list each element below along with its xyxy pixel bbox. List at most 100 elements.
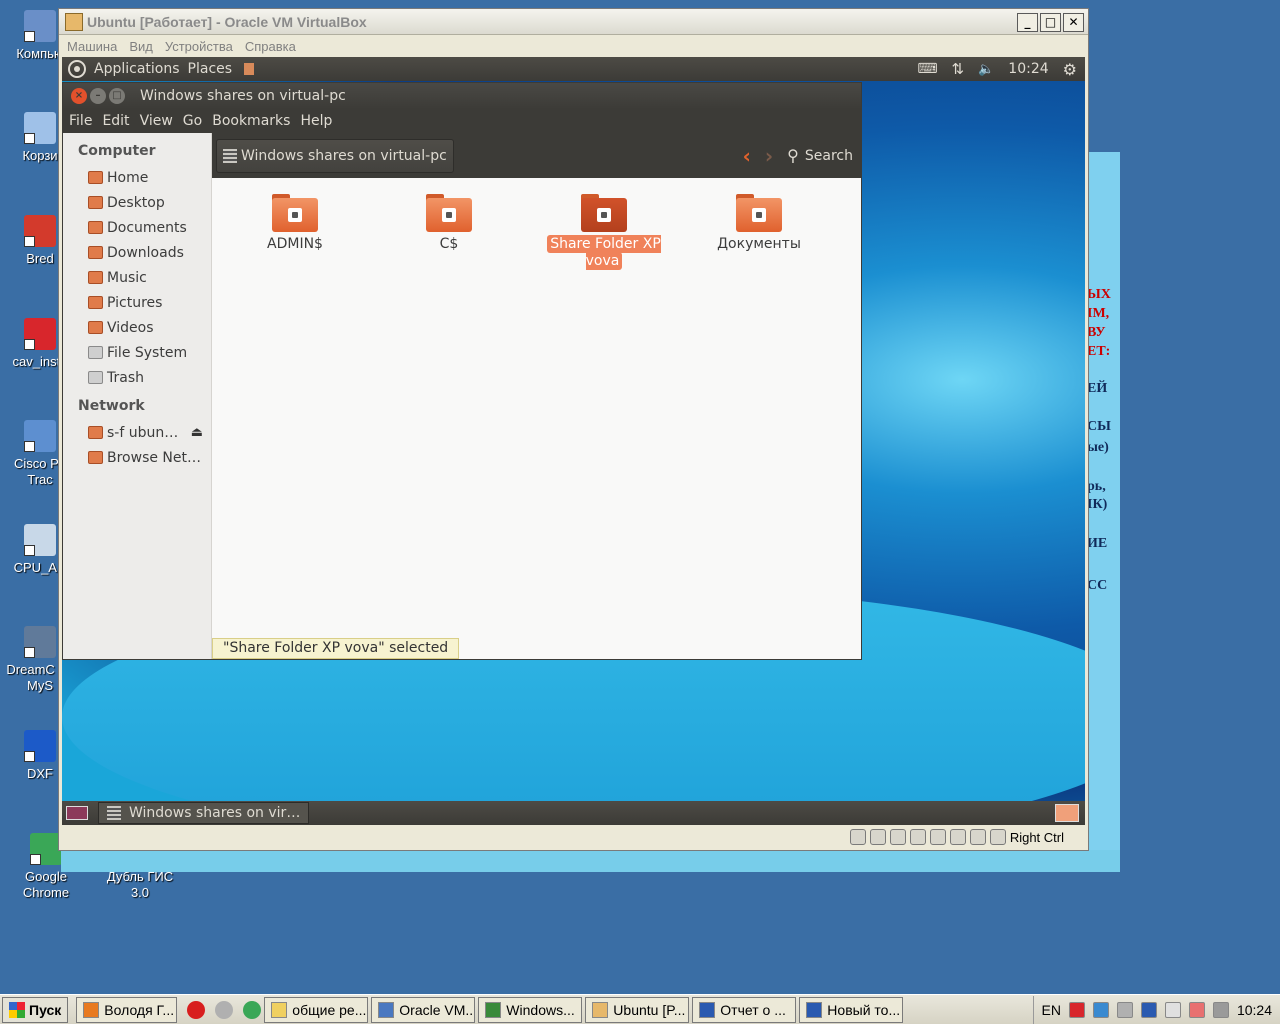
doc-text: ЕТ: — [1087, 344, 1111, 359]
tool-icon[interactable] — [215, 1000, 234, 1019]
sidebar-item-desktop[interactable]: Desktop — [63, 190, 211, 215]
usb-icon[interactable] — [889, 829, 906, 845]
share-folder-item[interactable]: C$ — [390, 194, 508, 253]
menu-help[interactable]: Справка — [245, 39, 296, 54]
language-indicator[interactable]: EN — [1042, 1002, 1061, 1018]
path-bar-button[interactable]: Windows shares on virtual-pc — [216, 138, 454, 173]
taskbar-clock[interactable]: 10:24 — [1237, 1002, 1272, 1018]
taskbar-window-button[interactable]: Отчет о ... — [692, 996, 797, 1023]
chrome-icon[interactable] — [243, 1000, 262, 1019]
start-button[interactable]: Пуск — [2, 996, 69, 1023]
antivirus-icon[interactable] — [1068, 1001, 1085, 1018]
tray-app-icon[interactable] — [1140, 1001, 1157, 1018]
optical-drive-icon[interactable] — [869, 829, 886, 845]
menu-edit[interactable]: Edit — [102, 113, 129, 129]
sidebar-item-file-system[interactable]: File System — [63, 340, 211, 365]
launcher-icon[interactable] — [244, 63, 255, 75]
share-folder-item[interactable]: Share Folder XP vova — [545, 194, 663, 270]
share-folder-item[interactable]: Документы — [700, 194, 818, 253]
virtualbox-window: Ubuntu [Работает] - Oracle VM VirtualBox… — [58, 8, 1089, 851]
menu-bookmarks[interactable]: Bookmarks — [212, 113, 290, 129]
taskbar-window-button[interactable]: общие ре... — [264, 996, 369, 1023]
network-arrows-icon[interactable]: ⇅ — [952, 60, 965, 78]
guest-screen[interactable]: Applications Places ⌨ ⇅ 🔈 10:24 ⚙ × – □ … — [62, 57, 1085, 825]
taskbar-window-button[interactable]: Новый то... — [799, 996, 904, 1023]
safely-remove-icon[interactable] — [1116, 1001, 1133, 1018]
taskbar-window-button[interactable]: Oracle VM... — [371, 996, 476, 1023]
close-button[interactable]: ✕ — [1063, 13, 1084, 32]
doc-text: ЕЙ — [1087, 381, 1108, 396]
sidebar-item-pictures[interactable]: Pictures — [63, 290, 211, 315]
shared-folders-icon[interactable] — [929, 829, 946, 845]
sidebar-item-network-share[interactable]: s-f ubun… ⏏ — [63, 420, 211, 445]
eject-icon[interactable]: ⏏ — [191, 425, 203, 440]
close-window-button[interactable]: × — [71, 88, 87, 104]
sidebar-item-videos[interactable]: Videos — [63, 315, 211, 340]
back-arrow-icon[interactable]: ‹ — [743, 144, 751, 168]
network-icon[interactable] — [1212, 1001, 1229, 1018]
videos-icon — [88, 321, 103, 334]
sidebar-item-browse-network[interactable]: Browse Net… — [63, 445, 211, 470]
maximize-window-button[interactable]: □ — [109, 88, 125, 104]
tray-app-icon[interactable] — [1092, 1001, 1109, 1018]
taskbar-window-file-manager[interactable]: Windows shares on vir… — [98, 802, 310, 824]
maximize-button[interactable]: □ — [1040, 13, 1061, 32]
sidebar-item-home[interactable]: Home — [63, 165, 211, 190]
sidebar-header-network: Network — [78, 398, 145, 414]
network-status-icon[interactable] — [1188, 1001, 1205, 1018]
ubuntu-logo-icon[interactable] — [68, 60, 86, 78]
taskbar-button-label: общие ре... — [292, 1001, 367, 1018]
applications-menu[interactable]: Applications — [94, 61, 180, 77]
sidebar-item-documents[interactable]: Documents — [63, 215, 211, 240]
volume-icon[interactable] — [1164, 1001, 1181, 1018]
taskbar-window-button[interactable]: Ubuntu [P... — [585, 996, 690, 1023]
menu-go[interactable]: Go — [183, 113, 202, 129]
sidebar-item-label: Pictures — [107, 294, 163, 311]
menu-view[interactable]: Вид — [129, 39, 153, 54]
display-icon[interactable] — [949, 829, 966, 845]
places-menu[interactable]: Places — [188, 61, 233, 77]
taskbar-window-button[interactable]: Володя Г... — [76, 996, 178, 1023]
search-button[interactable]: ⚲ Search — [787, 146, 853, 165]
menu-help[interactable]: Help — [300, 113, 332, 129]
menu-file[interactable]: File — [69, 113, 92, 129]
file-manager-titlebar[interactable]: × – □ Windows shares on virtual-pc — [63, 83, 861, 109]
hard-disk-icon[interactable] — [849, 829, 866, 845]
app-icon — [24, 318, 56, 350]
taskbar-window-button[interactable]: Windows... — [478, 996, 583, 1023]
minimize-button[interactable]: _ — [1017, 13, 1038, 32]
search-icon: ⚲ — [787, 146, 799, 165]
mouse-integration-icon[interactable] — [969, 829, 986, 845]
menu-machine[interactable]: Машина — [67, 39, 117, 54]
show-desktop-icon[interactable] — [66, 806, 88, 820]
sidebar-item-music[interactable]: Music — [63, 265, 211, 290]
app-icon — [24, 112, 56, 144]
menu-view[interactable]: View — [140, 113, 173, 129]
virtualbox-titlebar[interactable]: Ubuntu [Работает] - Oracle VM VirtualBox… — [59, 9, 1088, 35]
menu-devices[interactable]: Устройства — [165, 39, 233, 54]
sidebar-item-downloads[interactable]: Downloads — [63, 240, 211, 265]
opera-icon[interactable] — [187, 1000, 206, 1019]
music-icon — [88, 271, 103, 284]
clock[interactable]: 10:24 — [1008, 61, 1048, 77]
sidebar-item-trash[interactable]: Trash — [63, 365, 211, 390]
gear-icon[interactable]: ⚙ — [1063, 60, 1077, 79]
windows-flag-icon — [9, 1001, 25, 1018]
file-manager-menubar: File Edit View Go Bookmarks Help — [63, 109, 861, 133]
taskbar-button-label: Oracle VM... — [399, 1001, 476, 1018]
share-folder-item[interactable]: ADMIN$ — [236, 194, 354, 253]
start-label: Пуск — [29, 1001, 62, 1018]
workspace-switcher[interactable] — [1055, 804, 1079, 822]
forward-arrow-icon[interactable]: › — [765, 144, 773, 168]
host-key-icon[interactable] — [989, 829, 1006, 845]
minimize-window-button[interactable]: – — [90, 88, 106, 104]
keyboard-icon[interactable]: ⌨ — [917, 61, 937, 77]
volume-icon[interactable]: 🔈 — [978, 62, 994, 77]
file-grid[interactable]: ADMIN$ C$ Share Folder XP vova Документы "S… — [212, 178, 861, 659]
network-adapter-icon[interactable] — [909, 829, 926, 845]
places-sidebar: Computer Home Desktop Documents Downloads Mu… — [63, 133, 212, 659]
shortcut-arrow-icon — [24, 751, 35, 762]
network-folder-icon — [426, 194, 472, 232]
window-title: Ubuntu [Работает] - Oracle VM VirtualBox — [87, 13, 367, 30]
documents-icon — [88, 221, 103, 234]
